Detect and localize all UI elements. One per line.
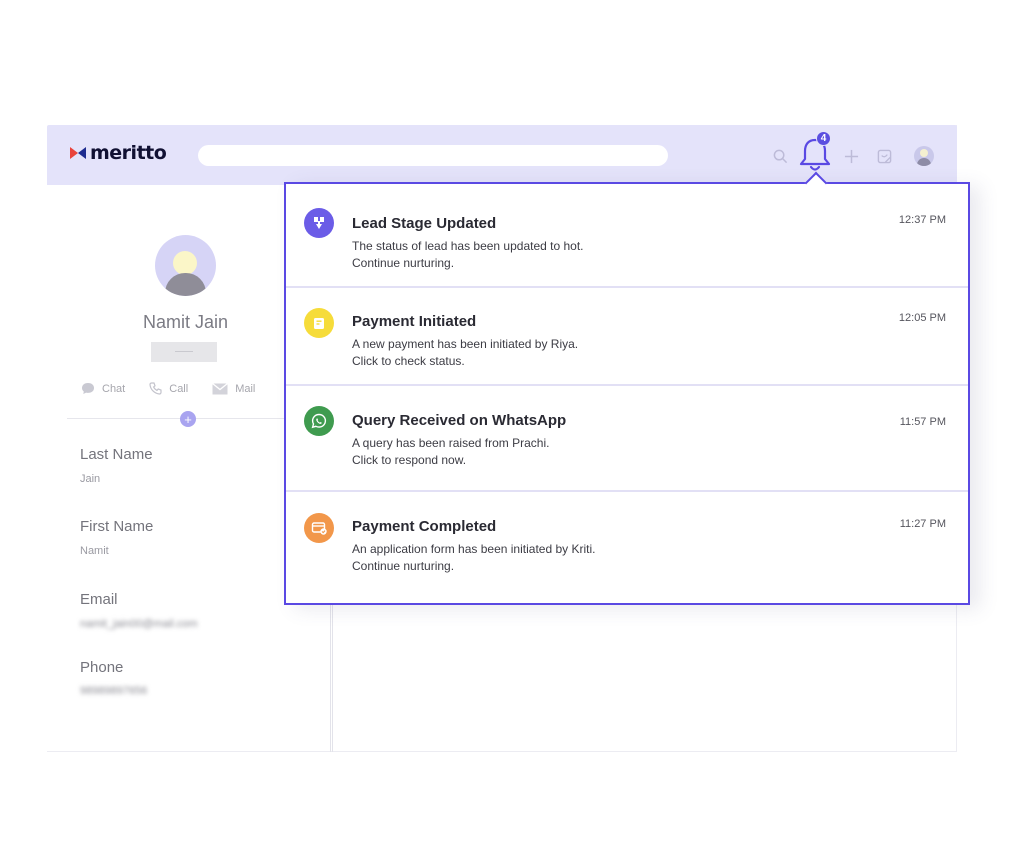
brand-logo[interactable]: meritto <box>70 142 167 164</box>
notification-title: Query Received on WhatsApp <box>352 412 567 429</box>
notification-time: 12:05 PM <box>898 312 946 324</box>
notification-body-line: An application form has been initiated b… <box>352 542 596 556</box>
notification-item[interactable]: Lead Stage Updated The status of lead ha… <box>286 184 968 288</box>
notification-item[interactable]: Query Received on WhatsApp A query has b… <box>286 386 968 492</box>
lead-stage-icon <box>304 208 334 238</box>
notification-title: Payment Completed <box>352 518 497 535</box>
add-icon[interactable] <box>843 148 859 164</box>
card-icon <box>304 513 334 543</box>
notification-body: The status of lead has been updated to h… <box>352 238 584 272</box>
whatsapp-icon <box>304 406 334 436</box>
notification-body-line: The status of lead has been updated to h… <box>352 239 584 253</box>
notification-body-line: Continue nurturing. <box>352 256 455 270</box>
notification-item[interactable]: Payment Initiated A new payment has been… <box>286 288 968 386</box>
notification-item[interactable]: Payment Completed An application form ha… <box>286 492 968 603</box>
notification-time: 11:57 PM <box>899 416 946 428</box>
phone-icon <box>149 382 162 395</box>
call-label: Call <box>169 382 189 395</box>
notifications-panel: Lead Stage Updated The status of lead ha… <box>284 182 970 605</box>
field-label-phone: Phone <box>80 659 124 676</box>
notification-time: 12:37 PM <box>898 214 946 226</box>
notification-body: A query has been raised from Prachi. Cli… <box>352 435 549 469</box>
expand-plus-icon[interactable]: + <box>180 411 196 427</box>
brand-name: meritto <box>90 142 167 164</box>
notification-count-badge: 4 <box>816 131 831 146</box>
contact-actions: Chat Call Mail <box>81 382 279 395</box>
lead-name: Namit Jain <box>142 312 229 332</box>
field-value-last-name: Jain <box>80 473 101 485</box>
notification-body-line: Click to check status. <box>352 354 465 368</box>
field-label-first-name: First Name <box>80 518 154 535</box>
chat-button[interactable]: Chat <box>81 382 125 395</box>
sticky-note-icon[interactable] <box>876 148 892 164</box>
user-avatar[interactable] <box>914 146 934 166</box>
field-label-email: Email <box>80 591 118 608</box>
field-value-email: namit_jain00@mail.com <box>80 618 198 630</box>
notification-body-line: A new payment has been initiated by Riya… <box>352 337 579 351</box>
payment-icon <box>304 308 334 338</box>
notification-body: An application form has been initiated b… <box>352 541 595 575</box>
notification-time: 11:27 PM <box>899 518 946 530</box>
notification-title: Lead Stage Updated <box>352 215 497 232</box>
lead-stage-tag <box>151 342 217 362</box>
mail-icon <box>212 382 229 395</box>
notification-body-line: Click to respond now. <box>352 453 467 467</box>
call-button[interactable]: Call <box>149 382 188 395</box>
notification-body-line: A query has been raised from Prachi. <box>352 436 550 450</box>
mail-label: Mail <box>235 382 256 395</box>
chat-label: Chat <box>102 382 126 395</box>
field-value-phone: 98989897656 <box>80 685 148 697</box>
notification-title: Payment Initiated <box>352 313 477 330</box>
logo-mark-icon <box>70 146 87 160</box>
field-label-last-name: Last Name <box>80 446 153 463</box>
search-input[interactable] <box>198 145 668 166</box>
lead-avatar <box>155 235 216 296</box>
notification-body-line: Continue nurturing. <box>352 559 455 573</box>
notification-body: A new payment has been initiated by Riya… <box>352 336 578 370</box>
mail-button[interactable]: Mail <box>212 382 255 395</box>
search-icon[interactable] <box>772 148 788 164</box>
chat-icon <box>81 382 95 395</box>
field-value-first-name: Namit <box>80 545 109 557</box>
